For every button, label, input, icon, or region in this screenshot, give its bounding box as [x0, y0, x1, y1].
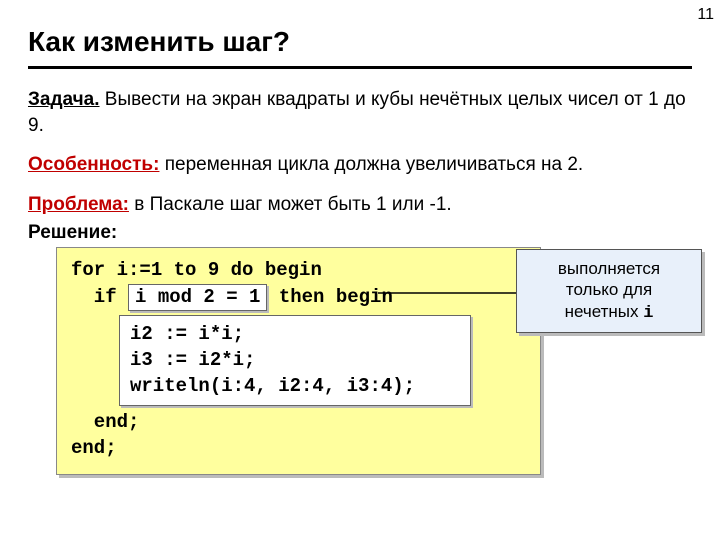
code-line-end-if: end;	[71, 410, 526, 436]
code-inner-1: i2 := i*i;	[130, 322, 460, 348]
slide-content: Как изменить шаг? Задача. Вывести на экр…	[0, 0, 720, 475]
code-block: for i:=1 to 9 do begin if i mod 2 = 1 th…	[56, 247, 541, 474]
code-if-pre: if	[71, 286, 128, 308]
code-line-end-for: end;	[71, 436, 526, 462]
solution-paragraph: Решение:	[28, 220, 692, 246]
problem-paragraph: Проблема: в Паскале шаг может быть 1 или…	[28, 192, 692, 218]
callout-line3: нечетных i	[525, 301, 693, 324]
code-inner-2: i3 := i2*i;	[130, 348, 460, 374]
callout-line1: выполняется	[525, 258, 693, 279]
feature-paragraph: Особенность: переменная цикла должна уве…	[28, 152, 692, 178]
task-label: Задача.	[28, 89, 100, 110]
code-condition-box: i mod 2 = 1	[128, 284, 267, 312]
task-text: Вывести на экран квадраты и кубы нечётны…	[28, 89, 686, 136]
callout-pointer	[378, 291, 528, 293]
slide-title: Как изменить шаг?	[28, 26, 692, 58]
code-line-for: for i:=1 to 9 do begin	[71, 258, 526, 284]
solution-label: Решение:	[28, 222, 117, 243]
title-underline	[28, 66, 692, 69]
code-area: выполняется только для нечетных i for i:…	[28, 247, 692, 474]
problem-text: в Паскале шаг может быть 1 или -1.	[129, 194, 452, 215]
callout-box: выполняется только для нечетных i	[516, 249, 702, 333]
code-inner-box: i2 := i*i; i3 := i2*i; writeln(i:4, i2:4…	[119, 315, 471, 406]
callout-line3-text: нечетных	[565, 302, 644, 321]
task-paragraph: Задача. Вывести на экран квадраты и кубы…	[28, 87, 692, 138]
feature-text: переменная цикла должна увеличиваться на…	[159, 154, 583, 175]
page-number: 11	[697, 6, 714, 24]
code-inner-3: writeln(i:4, i2:4, i3:4);	[130, 374, 460, 400]
problem-label: Проблема:	[28, 194, 129, 215]
callout-line3-var: i	[643, 304, 653, 323]
code-if-post: then begin	[267, 286, 392, 308]
feature-label: Особенность:	[28, 154, 159, 175]
callout-line2: только для	[525, 279, 693, 300]
